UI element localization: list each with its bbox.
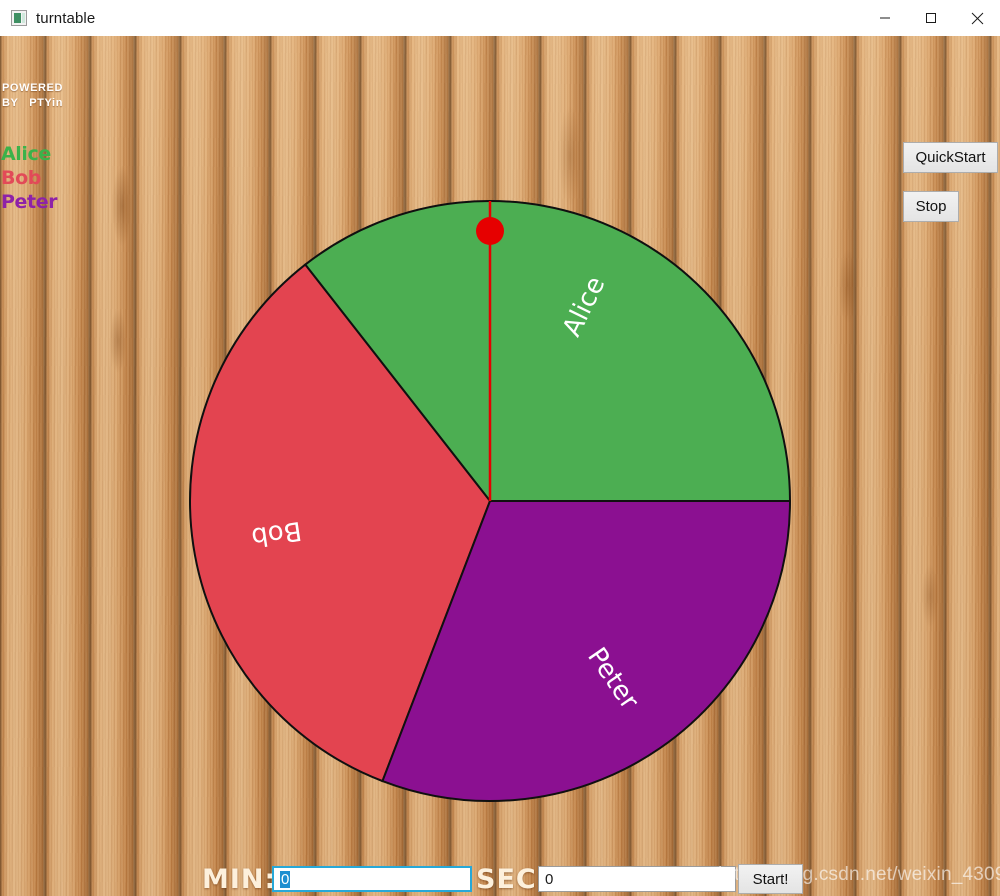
name-item-bob[interactable]: Bob — [1, 166, 57, 190]
close-icon[interactable] — [954, 0, 1000, 36]
minutes-input-value: 0 — [280, 870, 291, 888]
participant-name-list: Alice Bob Peter — [1, 142, 58, 214]
maximize-icon[interactable] — [908, 0, 954, 36]
seconds-input[interactable]: 0 — [538, 866, 736, 892]
branding-text: POWERED BY PTYin — [2, 81, 63, 111]
start-button[interactable]: Start! — [738, 864, 803, 894]
minutes-input[interactable]: 0 — [272, 866, 472, 892]
wood-grain-overlay — [0, 36, 1000, 896]
quickstart-button[interactable]: QuickStart — [903, 142, 998, 173]
stop-button[interactable]: Stop — [903, 191, 959, 222]
app-window-icon — [11, 10, 27, 26]
window-title: turntable — [36, 9, 96, 27]
minutes-label: MIN: — [202, 864, 277, 895]
turntable-app-window: turntable POWERED BY PTYin Alice Bob Pet… — [0, 0, 1000, 896]
title-bar: turntable — [0, 0, 1000, 36]
seconds-input-value: 0 — [545, 870, 554, 888]
name-item-peter[interactable]: Peter — [1, 190, 58, 214]
branding-line-2: BY PTYin — [2, 97, 64, 109]
branding-line-1: POWERED — [2, 82, 64, 94]
wood-background — [0, 36, 1000, 896]
minimize-icon[interactable] — [862, 0, 908, 36]
window-controls — [862, 0, 1000, 36]
name-item-alice[interactable]: Alice — [1, 142, 57, 166]
